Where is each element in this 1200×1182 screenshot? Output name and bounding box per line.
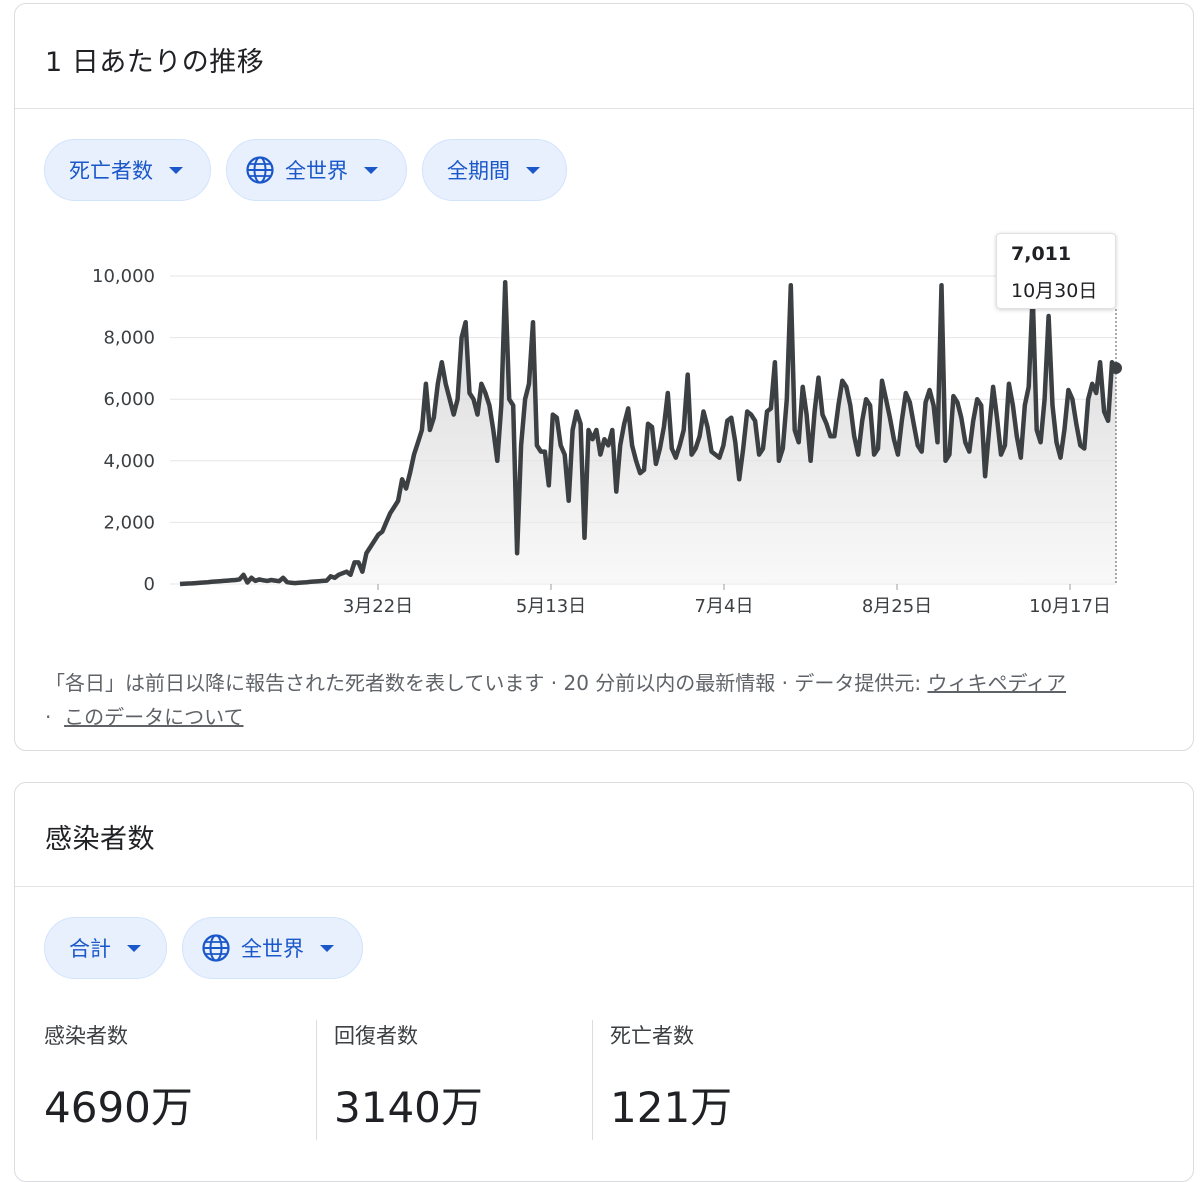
divider bbox=[15, 886, 1193, 887]
dropdown-arrow-icon bbox=[320, 944, 334, 952]
stat-divider bbox=[592, 1020, 593, 1140]
tooltip-date: 10月30日 bbox=[1011, 280, 1098, 302]
daily-deaths-chart[interactable]: 10,000 8,000 6,000 4,000 2,000 0 3月22日 5月13日 7月… bbox=[0, 0, 1200, 650]
x-tick-label: 5月13日 bbox=[516, 596, 586, 617]
stat-label: 感染者数 bbox=[44, 1024, 128, 1048]
x-tick-label: 10月17日 bbox=[1029, 596, 1111, 617]
card-title: 感染者数 bbox=[45, 824, 155, 855]
y-tick-label: 10,000 bbox=[92, 266, 155, 287]
stat-label: 死亡者数 bbox=[610, 1024, 694, 1048]
region-filter-chip[interactable]: 全世界 bbox=[182, 917, 363, 979]
y-tick-label: 8,000 bbox=[103, 328, 155, 349]
x-tick-label: 7月4日 bbox=[695, 596, 754, 617]
chip-label: 合計 bbox=[69, 937, 111, 961]
stat-divider bbox=[316, 1020, 317, 1140]
y-tick-label: 4,000 bbox=[103, 451, 155, 472]
y-tick-label: 0 bbox=[144, 574, 155, 595]
globe-icon bbox=[202, 934, 230, 962]
tooltip-value: 7,011 bbox=[1011, 243, 1072, 265]
x-tick-label: 3月22日 bbox=[343, 596, 413, 617]
dropdown-arrow-icon bbox=[127, 944, 141, 952]
y-tick-label: 2,000 bbox=[103, 512, 155, 533]
stat-recovered: 回復者数 3140万 bbox=[334, 1020, 483, 1135]
stat-value: 3140万 bbox=[334, 1083, 483, 1132]
separator: · bbox=[45, 705, 52, 729]
highlight-point bbox=[1110, 362, 1122, 375]
chart-footnote: 「各日」は前日以降に報告された死者数を表しています · 20 分前以内の最新情報… bbox=[45, 666, 1175, 734]
wikipedia-source-link[interactable]: ウィキペディア bbox=[927, 671, 1066, 695]
y-tick-label: 6,000 bbox=[103, 389, 155, 410]
stat-confirmed: 感染者数 4690万 bbox=[44, 1020, 193, 1135]
stat-deaths: 死亡者数 121万 bbox=[610, 1020, 732, 1135]
chart-tooltip: 7,011 10月30日 bbox=[996, 233, 1116, 309]
x-tick-label: 8月25日 bbox=[862, 596, 932, 617]
aggregate-filter-chip[interactable]: 合計 bbox=[44, 917, 167, 979]
stat-label: 回復者数 bbox=[334, 1024, 418, 1048]
about-data-link[interactable]: このデータについて bbox=[64, 705, 243, 729]
footnote-text: 「各日」は前日以降に報告された死者数を表しています · 20 分前以内の最新情報… bbox=[45, 671, 928, 695]
chip-label: 全世界 bbox=[241, 937, 304, 961]
stat-value: 4690万 bbox=[44, 1083, 193, 1132]
stat-value: 121万 bbox=[610, 1083, 733, 1132]
